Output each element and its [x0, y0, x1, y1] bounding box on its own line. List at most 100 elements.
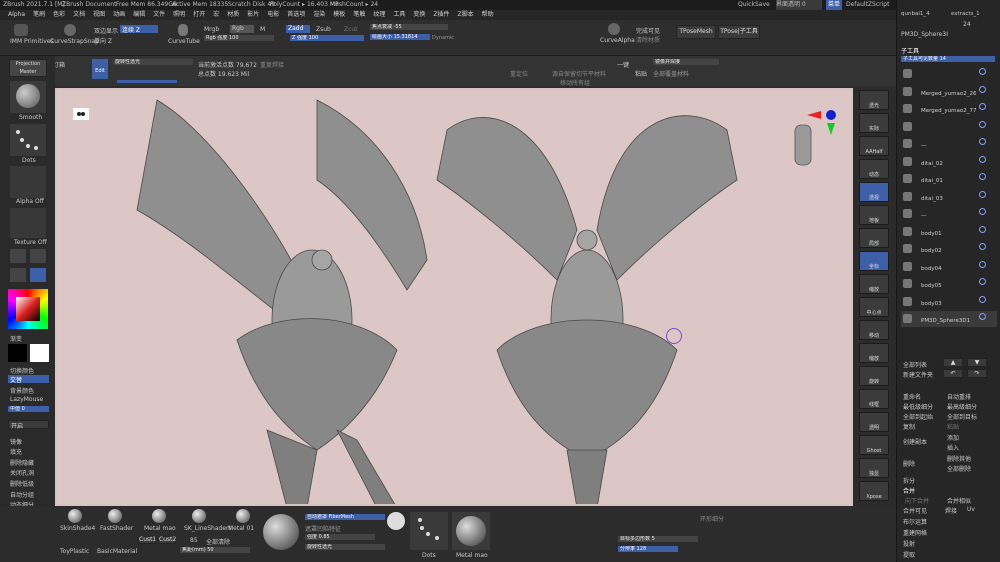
- recent-tool-2[interactable]: extracts_1: [951, 11, 980, 17]
- menu-item[interactable]: 编辑: [133, 11, 145, 18]
- mask-cavity-button[interactable]: 遮罩凹陷特征: [305, 524, 341, 533]
- subtool-row[interactable]: body01: [901, 224, 997, 240]
- rotate-transparency-slider[interactable]: 旋转性透光: [305, 544, 385, 550]
- navigation-gizmo[interactable]: [787, 105, 847, 175]
- sculpture-left[interactable]: [117, 90, 437, 506]
- projection-master-button[interactable]: Projection Master: [9, 59, 47, 77]
- material-ball-icon[interactable]: [68, 509, 82, 523]
- subtool-row[interactable]: body02: [901, 241, 997, 257]
- view-tool-button[interactable]: 缩放: [859, 274, 889, 294]
- merge-section[interactable]: 合并: [903, 486, 915, 495]
- menu-item[interactable]: 色彩: [53, 11, 65, 18]
- view-tool-button[interactable]: 动态: [859, 159, 889, 179]
- imm-icon[interactable]: [14, 24, 28, 36]
- auto-group-button[interactable]: 自动分组: [10, 490, 34, 499]
- subtool-row[interactable]: Merged_yumao2_77: [901, 101, 997, 117]
- sym-r-icon[interactable]: [30, 268, 46, 282]
- menu-item[interactable]: Alpha: [8, 11, 25, 18]
- eye-icon[interactable]: [979, 295, 986, 303]
- cust2-button[interactable]: Cust2: [158, 536, 176, 544]
- curvetube-icon[interactable]: [178, 24, 188, 36]
- menus-button[interactable]: 菜单: [826, 0, 843, 10]
- zsub-button[interactable]: Zsub: [316, 26, 331, 33]
- weld-button[interactable]: 重复焊接: [260, 60, 284, 69]
- subtool-row[interactable]: body05: [901, 276, 997, 292]
- z-strength-slider[interactable]: Z 强度 100: [290, 35, 364, 41]
- material-label[interactable]: SK_LineShaders: [184, 525, 232, 532]
- view-tool-button[interactable]: 坐标: [859, 251, 889, 271]
- all-material-button[interactable]: 全部覆盖材料: [653, 69, 689, 78]
- subtool-row[interactable]: —: [901, 206, 997, 222]
- imm-label[interactable]: IMM Primitives: [10, 38, 54, 45]
- view-tool-button[interactable]: 独显: [859, 458, 889, 478]
- sym-z-icon[interactable]: [10, 268, 26, 282]
- lowest-sub-button[interactable]: 最低级细分: [903, 402, 933, 411]
- all-low-button[interactable]: 全部到起始: [903, 412, 933, 421]
- single-z-toggle[interactable]: 单向 Z: [94, 36, 112, 45]
- view-tool-button[interactable]: 透视: [859, 182, 889, 202]
- split-section[interactable]: 拆分: [903, 476, 915, 485]
- fibermesh-button[interactable]: 自动遮罩 FiberMesh: [305, 514, 385, 520]
- subtool-row[interactable]: PM3D_Sphere3D1: [901, 311, 997, 327]
- eye-icon[interactable]: [979, 138, 986, 145]
- paste-button[interactable]: 粘贴: [947, 422, 959, 431]
- menu-item[interactable]: 帮助: [482, 11, 494, 18]
- uv-toggle[interactable]: Uv: [967, 506, 975, 513]
- subtool-header[interactable]: 子工具: [901, 46, 919, 55]
- m-button[interactable]: M: [260, 26, 265, 33]
- material-label[interactable]: SkinShade4: [60, 525, 95, 532]
- tpose-subtool-button[interactable]: TPose|子工具: [718, 25, 760, 39]
- eye-icon[interactable]: [979, 225, 986, 233]
- hold-material-button[interactable]: 源自保留切节平材料: [552, 69, 606, 78]
- view-tool-button[interactable]: 透光: [859, 90, 889, 110]
- del-other-button[interactable]: 删除其他: [947, 454, 971, 463]
- subtool-row[interactable]: ditai_01: [901, 171, 997, 187]
- menu-item[interactable]: 动画: [113, 11, 125, 18]
- dots-stroke-thumb[interactable]: [410, 512, 448, 550]
- view-tool-button[interactable]: 局部: [859, 228, 889, 248]
- material-label[interactable]: Metal mao: [144, 525, 176, 532]
- delete-button[interactable]: 删除: [903, 459, 915, 468]
- focal-mm-slider[interactable]: 焦距(mm) 50: [180, 547, 250, 553]
- subtool-row[interactable]: body03: [901, 294, 997, 310]
- quicksave-button[interactable]: QuickSave: [738, 0, 770, 10]
- eye-icon[interactable]: [979, 208, 986, 215]
- zadd-button[interactable]: Zadd: [286, 25, 310, 33]
- subtool-row[interactable]: Merged_yumao2_26: [901, 84, 997, 100]
- visible-count-slider[interactable]: 子工具可见数量 14: [901, 56, 995, 62]
- eye-icon[interactable]: [979, 313, 986, 320]
- mirror-weld-button[interactable]: 镜像并焊接: [653, 59, 719, 65]
- rgb-button[interactable]: Rgb: [230, 25, 254, 33]
- eye-icon[interactable]: [979, 260, 986, 268]
- menu-item[interactable]: 渲染: [313, 11, 325, 18]
- complete-visible[interactable]: 完成可见: [636, 26, 660, 35]
- menu-item[interactable]: Z脚本: [458, 11, 474, 18]
- material-ball-icon[interactable]: [152, 509, 166, 523]
- project-section[interactable]: 投射: [903, 539, 915, 548]
- del-all-button[interactable]: 全部删除: [947, 464, 971, 473]
- continue-z-toggle[interactable]: 连续 Z: [120, 25, 158, 34]
- clear-material[interactable]: 清除材质: [636, 35, 660, 44]
- eye-icon[interactable]: [979, 243, 986, 250]
- current-tool-name[interactable]: PM3D_Sphere3I: [901, 31, 948, 38]
- quick-label[interactable]: 粘贴: [635, 69, 647, 78]
- spiral-icon[interactable]: [387, 512, 405, 530]
- view-tool-button[interactable]: 地板: [859, 205, 889, 225]
- curvealpha-icon[interactable]: [608, 23, 620, 35]
- color-picker[interactable]: [8, 289, 48, 329]
- arrow-down-icon[interactable]: ▼: [967, 358, 987, 367]
- view-tool-button[interactable]: AAHalf: [859, 136, 889, 156]
- eye-icon[interactable]: [979, 155, 986, 163]
- view-tool-button[interactable]: 实际: [859, 113, 889, 133]
- subtool-row[interactable]: ditai_03: [901, 189, 997, 205]
- focal-shift-slider[interactable]: 焦点衰减 -55: [370, 24, 448, 30]
- eye-icon[interactable]: [979, 103, 986, 110]
- menu-item[interactable]: 模板: [333, 11, 345, 18]
- view-tool-button[interactable]: 透明: [859, 412, 889, 432]
- arrow-up-icon[interactable]: ▲: [943, 358, 963, 367]
- subtool-row[interactable]: —: [901, 136, 997, 152]
- subtool-row[interactable]: [901, 119, 997, 135]
- eye-icon[interactable]: [979, 278, 986, 285]
- subtool-row[interactable]: ditai_02: [901, 154, 997, 170]
- transparency-slider[interactable]: 界面透明 0: [776, 0, 822, 10]
